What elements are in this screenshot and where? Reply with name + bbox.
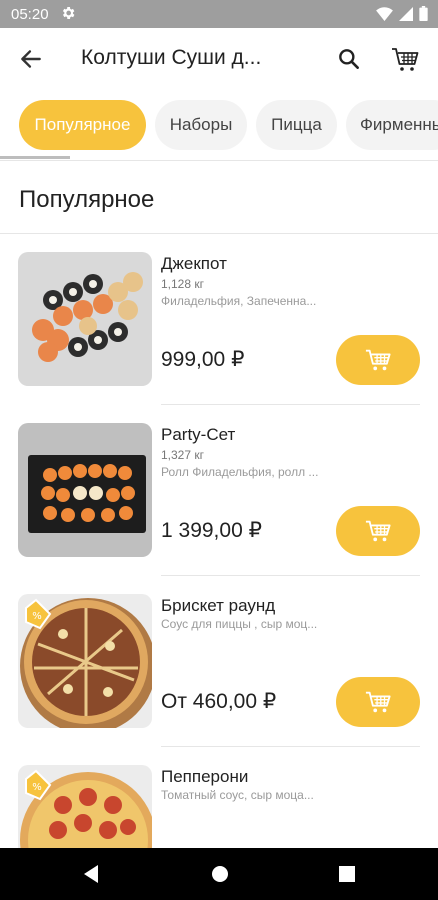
status-time: 05:20 bbox=[11, 6, 49, 23]
product-card[interactable]: Party-Сет 1,327 кг Ролл Филадельфия, рол… bbox=[0, 405, 438, 576]
search-icon[interactable] bbox=[336, 46, 362, 72]
category-tabs: Популярное Наборы Пицца Фирменные bbox=[0, 98, 438, 154]
tab-sets[interactable]: Наборы bbox=[155, 100, 247, 150]
back-arrow-icon[interactable] bbox=[18, 46, 44, 72]
product-price: От 460,00 ₽ bbox=[161, 690, 277, 713]
add-to-cart-button[interactable] bbox=[336, 677, 420, 727]
product-card[interactable]: % Пепперони Томатный соус, сыр моца... bbox=[0, 747, 438, 848]
product-price: 1 399,00 ₽ bbox=[161, 519, 262, 542]
product-name: Party-Сет bbox=[161, 425, 236, 444]
tab-pizza[interactable]: Пицца bbox=[256, 100, 337, 150]
wifi-icon bbox=[376, 6, 393, 21]
product-description: Филадельфия, Запеченна... bbox=[161, 294, 317, 308]
product-card[interactable]: % Брискет раунд Соус для пиццы , сыр моц… bbox=[0, 576, 438, 747]
product-weight: 1,128 кг bbox=[161, 277, 204, 291]
cart-icon bbox=[365, 349, 391, 371]
product-description: Томатный соус, сыр моца... bbox=[161, 788, 314, 802]
signal-icon bbox=[399, 6, 413, 21]
app-bar: Колтуши Суши д... bbox=[0, 28, 438, 90]
svg-text:%: % bbox=[32, 782, 42, 793]
nav-home-icon[interactable] bbox=[210, 864, 230, 884]
product-price: 999,00 ₽ bbox=[161, 348, 245, 371]
settings-gear-icon bbox=[62, 7, 75, 19]
battery-icon bbox=[419, 6, 428, 21]
add-to-cart-button[interactable] bbox=[336, 335, 420, 385]
status-bar: 05:20 bbox=[0, 0, 438, 28]
tabs-scroll-indicator bbox=[0, 156, 70, 159]
svg-text:%: % bbox=[32, 611, 42, 622]
page-title: Колтуши Суши д... bbox=[81, 46, 262, 69]
nav-recents-icon[interactable] bbox=[338, 864, 356, 884]
product-name: Брискет раунд bbox=[161, 596, 276, 615]
cart-icon bbox=[365, 520, 391, 542]
cart-icon bbox=[365, 691, 391, 713]
product-image bbox=[18, 423, 152, 557]
product-description: Соус для пиццы , сыр моц... bbox=[161, 617, 318, 631]
cart-icon[interactable] bbox=[390, 44, 420, 74]
system-nav-bar bbox=[0, 848, 438, 900]
discount-tag-icon: % bbox=[25, 598, 52, 630]
section-title: Популярное bbox=[19, 186, 155, 213]
product-image bbox=[18, 252, 152, 386]
product-card[interactable]: Джекпот 1,128 кг Филадельфия, Запеченна.… bbox=[0, 234, 438, 405]
add-to-cart-button[interactable] bbox=[336, 506, 420, 556]
tab-popular[interactable]: Популярное bbox=[19, 100, 146, 150]
divider bbox=[0, 160, 438, 161]
product-name: Пепперони bbox=[161, 767, 249, 786]
product-description: Ролл Филадельфия, ролл ... bbox=[161, 465, 319, 479]
tab-signature[interactable]: Фирменные bbox=[346, 100, 438, 150]
discount-tag-icon: % bbox=[25, 769, 52, 801]
nav-back-icon[interactable] bbox=[82, 864, 100, 884]
product-weight: 1,327 кг bbox=[161, 448, 204, 462]
product-name: Джекпот bbox=[161, 254, 227, 273]
